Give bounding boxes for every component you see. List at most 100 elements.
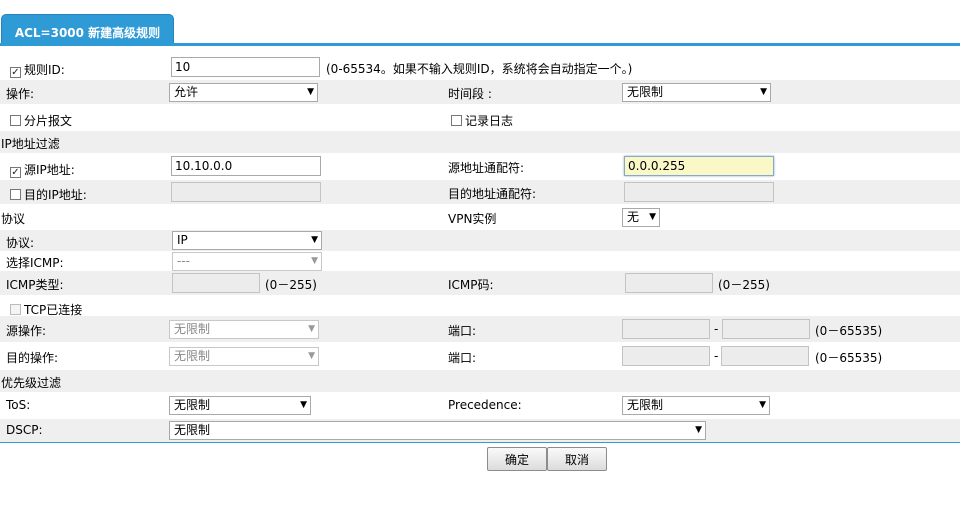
- row-protocol: 协议: IP ▼: [0, 230, 960, 251]
- chevron-down-icon: ▼: [300, 400, 307, 410]
- tcp-established-label: TCP已连接: [24, 303, 83, 317]
- priority-filter-title: 优先级过滤: [1, 376, 62, 390]
- dst-port-hint: (0－65535): [815, 351, 883, 365]
- icmp-type-input[interactable]: [172, 273, 260, 293]
- tos-label: ToS:: [6, 398, 31, 412]
- rule-id-label-wrap: ✓ 规则ID:: [10, 61, 65, 78]
- row-dst-port: 目的操作: 无限制 ▼ 端口: - (0－65535): [0, 342, 960, 369]
- src-wildcard-input[interactable]: 0.0.0.255: [624, 156, 774, 176]
- src-port-label: 端口:: [448, 324, 477, 338]
- src-ip-input[interactable]: 10.10.0.0: [171, 156, 321, 176]
- log-label: 记录日志: [465, 114, 514, 128]
- dst-port-op-value: 无限制: [174, 349, 211, 363]
- src-port-op-value: 无限制: [174, 322, 211, 336]
- dscp-select-value: 无限制: [174, 423, 211, 437]
- section-ip-filter: IP地址过滤: [0, 131, 960, 153]
- dscp-label: DSCP:: [6, 423, 43, 437]
- chevron-down-icon: ▼: [308, 324, 315, 334]
- protocol-select[interactable]: IP ▼: [172, 231, 322, 250]
- src-ip-label: 源IP地址:: [24, 163, 75, 177]
- dst-ip-checkbox[interactable]: [10, 189, 21, 200]
- row-fragment-log: 分片报文 记录日志: [0, 107, 960, 130]
- section-priority-filter: 优先级过滤: [0, 370, 960, 392]
- src-port-from-input[interactable]: [622, 319, 710, 339]
- tos-select-value: 无限制: [174, 398, 211, 412]
- chevron-down-icon: ▼: [695, 425, 702, 435]
- time-range-select-value: 无限制: [627, 85, 664, 99]
- tos-select[interactable]: 无限制 ▼: [169, 396, 311, 415]
- dst-port-from-input[interactable]: [622, 346, 710, 366]
- row-src-ip: ✓ 源IP地址: 10.10.0.0 源地址通配符: 0.0.0.255: [0, 155, 960, 179]
- cancel-button[interactable]: 取消: [547, 447, 607, 471]
- src-port-op-select[interactable]: 无限制 ▼: [169, 320, 319, 339]
- row-src-port: 源操作: 无限制 ▼ 端口: - (0－65535): [0, 316, 960, 342]
- log-wrap: 记录日志: [451, 112, 513, 129]
- precedence-select[interactable]: 无限制 ▼: [622, 396, 770, 415]
- dscp-select[interactable]: 无限制 ▼: [169, 421, 706, 440]
- dst-port-op-label: 目的操作:: [6, 351, 59, 365]
- rule-id-label: 规则ID:: [24, 63, 65, 77]
- time-range-label: 时间段 :: [448, 87, 492, 101]
- fragment-label: 分片报文: [24, 114, 73, 128]
- icmp-type-hint: (0－255): [265, 278, 317, 292]
- protocol-label: 协议:: [6, 236, 35, 250]
- vpn-select-value: 无: [627, 210, 640, 224]
- src-port-to-input[interactable]: [722, 319, 810, 339]
- time-range-select[interactable]: 无限制 ▼: [622, 83, 771, 102]
- icmp-select-value: ---: [177, 254, 190, 268]
- src-port-hint: (0－65535): [815, 324, 883, 338]
- chevron-down-icon: ▼: [759, 400, 766, 410]
- chevron-down-icon: ▼: [760, 87, 767, 97]
- bottom-divider: [0, 442, 960, 443]
- dst-wildcard-input[interactable]: [624, 182, 774, 202]
- dst-wildcard-label: 目的地址通配符:: [448, 187, 537, 201]
- log-checkbox[interactable]: [451, 115, 462, 126]
- icmp-code-input[interactable]: [625, 273, 713, 293]
- rule-id-hint: (0-65534。如果不输入规则ID，系统将会自动指定一个。): [326, 62, 633, 76]
- action-select-value: 允许: [174, 85, 199, 99]
- ok-button[interactable]: 确定: [487, 447, 547, 471]
- row-tos: ToS: 无限制 ▼ Precedence: 无限制 ▼: [0, 393, 960, 418]
- dst-port-separator: -: [714, 349, 719, 363]
- src-ip-checkbox[interactable]: ✓: [10, 167, 21, 178]
- src-port-op-label: 源操作:: [6, 324, 47, 338]
- precedence-select-value: 无限制: [627, 398, 664, 412]
- dst-ip-label: 目的IP地址:: [24, 188, 87, 202]
- src-wildcard-label: 源地址通配符:: [448, 161, 525, 175]
- dst-port-label: 端口:: [448, 351, 477, 365]
- row-icmp-select: 选择ICMP: --- ▼: [0, 251, 960, 271]
- tcp-established-checkbox[interactable]: [10, 304, 21, 315]
- row-protocol-section: 协议 VPN实例 无 ▼: [0, 205, 960, 229]
- dst-ip-wrap: 目的IP地址:: [10, 186, 87, 203]
- src-port-separator: -: [714, 322, 719, 336]
- rule-id-checkbox[interactable]: ✓: [10, 67, 21, 78]
- chevron-down-icon: ▼: [311, 256, 318, 266]
- icmp-select[interactable]: --- ▼: [172, 252, 322, 271]
- row-action: 操作: 允许 ▼ 时间段 : 无限制 ▼: [0, 80, 960, 104]
- icmp-select-label: 选择ICMP:: [6, 256, 64, 270]
- icmp-type-label: ICMP类型:: [6, 278, 64, 292]
- dst-port-to-input[interactable]: [721, 346, 809, 366]
- vpn-label: VPN实例: [448, 212, 497, 226]
- row-tcp-established: TCP已连接: [0, 296, 960, 317]
- icmp-code-label: ICMP码:: [448, 278, 494, 292]
- chevron-down-icon: ▼: [307, 87, 314, 97]
- chevron-down-icon: ▼: [311, 235, 318, 245]
- rule-id-input[interactable]: 10: [171, 57, 320, 77]
- vpn-select[interactable]: 无 ▼: [622, 208, 660, 227]
- tab-new-advanced-rule[interactable]: ACL=3000 新建高级规则: [1, 14, 174, 44]
- protocol-section-title: 协议: [1, 212, 26, 226]
- protocol-select-value: IP: [177, 233, 188, 247]
- action-label: 操作:: [6, 87, 35, 101]
- precedence-label: Precedence:: [448, 398, 522, 412]
- chevron-down-icon: ▼: [308, 351, 315, 361]
- icmp-code-hint: (0－255): [718, 278, 770, 292]
- fragment-checkbox[interactable]: [10, 115, 21, 126]
- row-icmp-type: ICMP类型: (0－255) ICMP码: (0－255): [0, 271, 960, 295]
- action-select[interactable]: 允许 ▼: [169, 83, 318, 102]
- src-ip-wrap: ✓ 源IP地址:: [10, 161, 75, 178]
- row-rule-id: ✓ 规则ID: 10 (0-65534。如果不输入规则ID，系统将会自动指定一个。…: [0, 57, 960, 79]
- dst-ip-input[interactable]: [171, 182, 321, 202]
- dst-port-op-select[interactable]: 无限制 ▼: [169, 347, 319, 366]
- ip-filter-title: IP地址过滤: [1, 137, 60, 151]
